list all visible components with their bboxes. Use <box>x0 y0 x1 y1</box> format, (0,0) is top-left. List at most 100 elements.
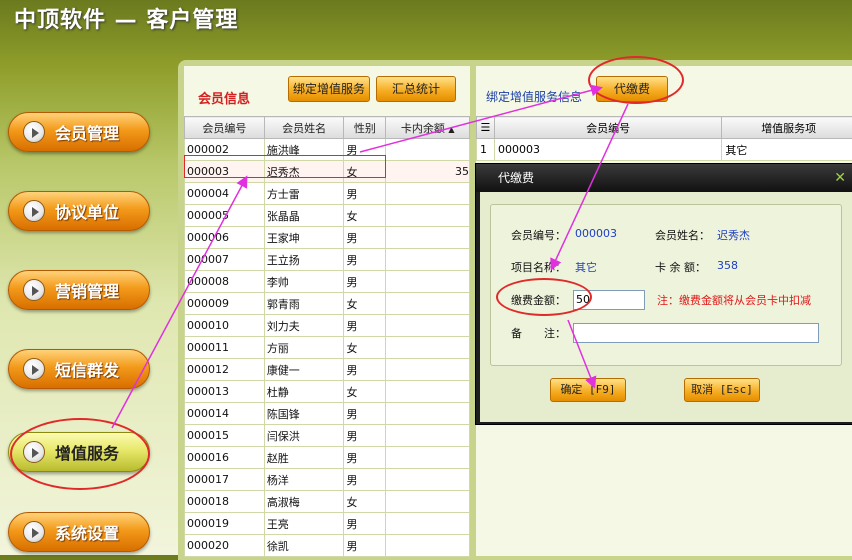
cell-balance <box>386 271 470 293</box>
member-info-title: 会员信息 <box>198 88 250 107</box>
member-info-pane: 会员信息 绑定增值服务 汇总统计 会员编号 会员姓名 性别 卡内余额 ▲ 000… <box>184 66 470 556</box>
nav-marketing[interactable]: 营销管理 <box>8 270 150 310</box>
cell-member-name: 陈国锋 <box>264 403 344 425</box>
table-row[interactable]: 000020徐凯男 <box>185 535 470 557</box>
col-header-id[interactable]: 会员编号 <box>185 117 265 139</box>
cell-sex: 男 <box>344 227 386 249</box>
cell-sex: 男 <box>344 403 386 425</box>
cell-sex: 男 <box>344 249 386 271</box>
cell-balance <box>386 403 470 425</box>
play-icon <box>23 358 45 380</box>
nav-agreement-units[interactable]: 协议单位 <box>8 191 150 231</box>
nav-label: 会员管理 <box>55 120 119 144</box>
col-header-member-id[interactable]: 会员编号 <box>494 117 721 139</box>
nav-label: 增值服务 <box>55 440 119 464</box>
table-row[interactable]: 000012康健一男 <box>185 359 470 381</box>
bind-service-button[interactable]: 绑定增值服务 <box>288 76 370 102</box>
nav-system-settings[interactable]: 系统设置 <box>8 512 150 552</box>
cell-member-id: 000011 <box>185 337 265 359</box>
cell-member-id: 000004 <box>185 183 265 205</box>
table-row[interactable]: 1 000003 其它 <box>477 139 852 161</box>
item-name-label: 项目名称： <box>511 259 566 275</box>
table-row[interactable]: 000010刘力夫男 <box>185 315 470 337</box>
table-row[interactable]: 000016赵胜男 <box>185 447 470 469</box>
cell-member-name: 闫保洪 <box>264 425 344 447</box>
deduction-note: 注：缴费金额将从会员卡中扣减 <box>657 292 811 308</box>
table-row[interactable]: 000018高淑梅女 <box>185 491 470 513</box>
cell-balance <box>386 183 470 205</box>
row-selector-header[interactable]: ☰ <box>477 117 495 139</box>
table-row[interactable]: 000011方丽女 <box>185 337 470 359</box>
cancel-button[interactable]: 取消 [Esc] <box>684 378 760 402</box>
cell-member-name: 高淑梅 <box>264 491 344 513</box>
cell-sex: 女 <box>344 293 386 315</box>
cell-member-id: 000005 <box>185 205 265 227</box>
cell-sex: 男 <box>344 271 386 293</box>
cell-member-name: 康健一 <box>264 359 344 381</box>
remark-input[interactable] <box>573 323 819 343</box>
cell-balance <box>386 469 470 491</box>
cell-balance <box>386 293 470 315</box>
play-icon <box>23 279 45 301</box>
nav-value-added-services[interactable]: 增值服务 <box>8 432 150 472</box>
cell-balance <box>386 337 470 359</box>
table-row[interactable]: 000009郭青雨女 <box>185 293 470 315</box>
cell-member-id: 000006 <box>185 227 265 249</box>
cell-balance <box>386 535 470 557</box>
bound-services-table: ☰ 会员编号 增值服务项 1 000003 其它 <box>476 116 852 161</box>
table-row[interactable]: 000008李帅男 <box>185 271 470 293</box>
row-number: 1 <box>477 139 495 161</box>
table-row[interactable]: 000017杨洋男 <box>185 469 470 491</box>
cell-member-name: 刘力夫 <box>264 315 344 337</box>
member-table: 会员编号 会员姓名 性别 卡内余额 ▲ 000002施洪峰男000003迟秀杰女… <box>184 116 470 557</box>
amount-label: 缴费金额： <box>511 292 566 308</box>
selected-row-highlight <box>184 155 386 178</box>
table-row[interactable]: 000004方士雷男 <box>185 183 470 205</box>
member-name-value: 迟秀杰 <box>717 227 750 243</box>
cell-balance <box>386 513 470 535</box>
cell-member-id: 000014 <box>185 403 265 425</box>
sort-up-icon: ▲ <box>448 125 454 134</box>
pay-on-behalf-button[interactable]: 代缴费 <box>596 76 668 102</box>
cell-member-id: 000018 <box>185 491 265 513</box>
cell-sex: 男 <box>344 425 386 447</box>
col-header-name[interactable]: 会员姓名 <box>264 117 344 139</box>
app-title: 中顶软件 — 客户管理 <box>14 2 238 34</box>
table-row[interactable]: 000015闫保洪男 <box>185 425 470 447</box>
nav-member-management[interactable]: 会员管理 <box>8 112 150 152</box>
dialog-body: 会员编号： 000003 会员姓名： 迟秀杰 项目名称： 其它 卡 余 额： 3… <box>480 192 852 422</box>
cell-sex: 男 <box>344 535 386 557</box>
table-row[interactable]: 000019王亮男 <box>185 513 470 535</box>
cell-balance <box>386 359 470 381</box>
confirm-button[interactable]: 确定 [F9] <box>550 378 626 402</box>
cell-member-id: 000015 <box>185 425 265 447</box>
cell-member-name: 杨洋 <box>264 469 344 491</box>
summary-button[interactable]: 汇总统计 <box>376 76 456 102</box>
card-balance-value: 358 <box>717 259 738 272</box>
col-header-balance[interactable]: 卡内余额 ▲ <box>386 117 470 139</box>
menu-icon: ☰ <box>481 121 491 134</box>
table-row[interactable]: 000007王立扬男 <box>185 249 470 271</box>
cell-member-id: 000007 <box>185 249 265 271</box>
cell-member-id: 000009 <box>185 293 265 315</box>
cell-member-name: 张晶晶 <box>264 205 344 227</box>
remark-label: 备 注： <box>511 325 566 341</box>
cell-sex: 男 <box>344 359 386 381</box>
nav-sms-broadcast[interactable]: 短信群发 <box>8 349 150 389</box>
close-icon[interactable]: ✕ <box>834 164 846 192</box>
table-row[interactable]: 000014陈国锋男 <box>185 403 470 425</box>
table-row[interactable]: 000006王家坤男 <box>185 227 470 249</box>
cell-balance <box>386 381 470 403</box>
cell-member-name: 方士雷 <box>264 183 344 205</box>
table-row[interactable]: 000013杜静女 <box>185 381 470 403</box>
play-icon <box>23 200 45 222</box>
table-row[interactable]: 000005张晶晶女 <box>185 205 470 227</box>
amount-input[interactable]: 50 <box>573 290 645 310</box>
cell-balance: 35 <box>386 161 470 183</box>
col-header-sex[interactable]: 性别 <box>344 117 386 139</box>
cell-member-id: 000013 <box>185 381 265 403</box>
bound-services-title: 绑定增值服务信息 <box>486 88 582 105</box>
col-header-service-item[interactable]: 增值服务项 <box>722 117 852 139</box>
cell-member-id: 000019 <box>185 513 265 535</box>
member-id-value: 000003 <box>575 227 617 240</box>
